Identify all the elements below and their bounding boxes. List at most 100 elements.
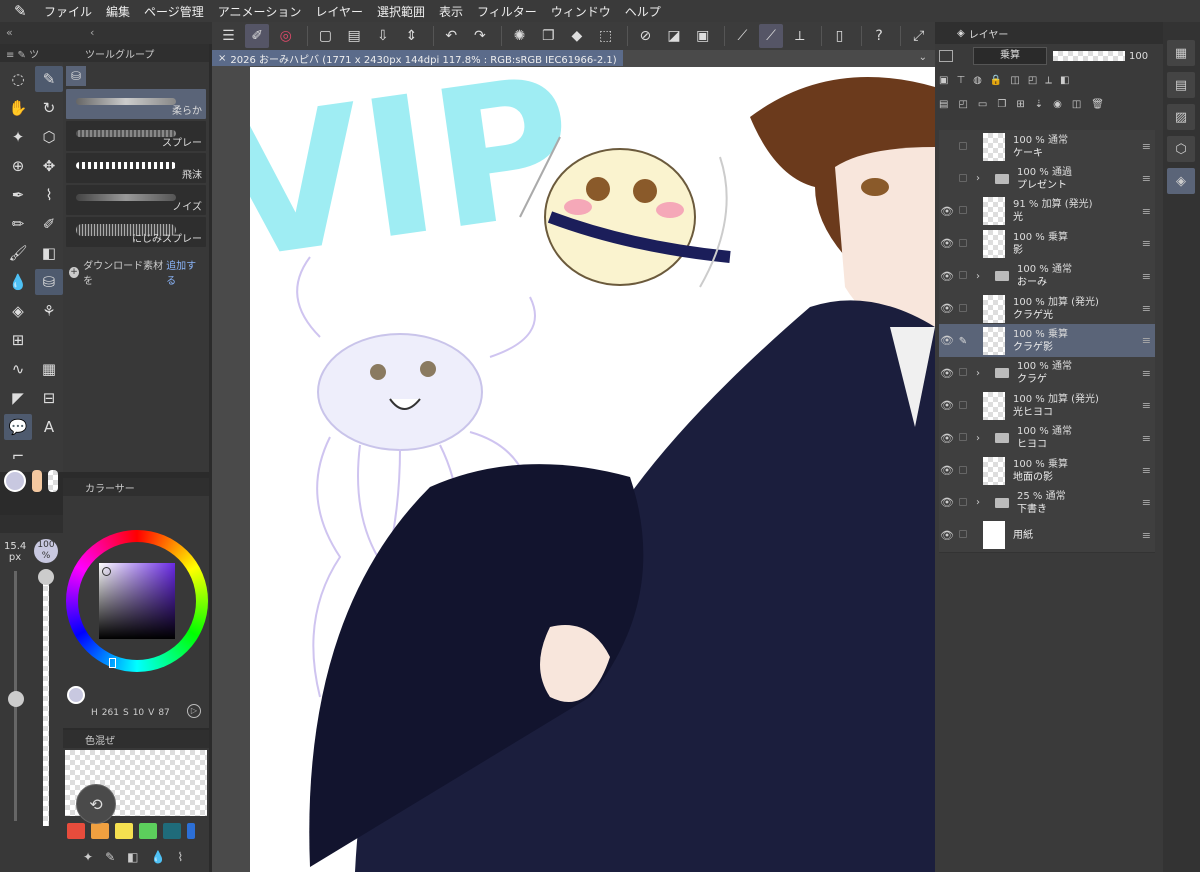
- panel-icon[interactable]: ⊟: [35, 385, 63, 411]
- layer-check[interactable]: [955, 530, 971, 540]
- visibility-eye-icon[interactable]: 👁: [939, 496, 955, 509]
- layer-menu-icon[interactable]: ≡: [1142, 464, 1151, 477]
- menu-window[interactable]: ウィンドウ: [551, 3, 611, 20]
- canvas-paper[interactable]: VIP: [250, 67, 935, 872]
- correction-icon[interactable]: ⌐: [4, 443, 32, 469]
- layer-opacity-slider[interactable]: [1053, 51, 1125, 61]
- visibility-eye-icon[interactable]: 👁: [939, 367, 955, 380]
- decoration-icon[interactable]: ⚘: [35, 298, 63, 324]
- lock-transparent-icon[interactable]: ⊤: [956, 75, 965, 86]
- transfer-icon[interactable]: ⇣: [1035, 99, 1043, 110]
- menu-selection[interactable]: 選択範囲: [377, 3, 425, 20]
- visibility-eye-icon[interactable]: 👁: [939, 432, 955, 445]
- eraser-mix-icon[interactable]: ◧: [127, 850, 138, 864]
- layer-menu-icon[interactable]: ≡: [1142, 529, 1151, 542]
- eyedropper-mix-icon[interactable]: ⌇: [177, 850, 183, 864]
- brush-blur-spray[interactable]: にじみスプレー: [66, 217, 206, 247]
- blend-mix-icon[interactable]: 💧: [150, 850, 165, 864]
- snap-icon[interactable]: ⟂: [787, 24, 812, 48]
- layer-menu-icon[interactable]: ≡: [1142, 172, 1151, 185]
- visibility-eye-icon[interactable]: 👁: [939, 334, 955, 347]
- menu-view[interactable]: 表示: [439, 3, 463, 20]
- mix-tool-icon[interactable]: ✦: [83, 850, 93, 864]
- menu-edit[interactable]: 編集: [106, 3, 130, 20]
- brush-splash[interactable]: 飛沫: [66, 153, 206, 183]
- navigator-icon[interactable]: ▦: [1167, 40, 1195, 66]
- loading-icon[interactable]: ✺: [507, 24, 532, 48]
- open-file-icon[interactable]: ▤: [342, 24, 367, 48]
- layer-menu-icon[interactable]: ≡: [1142, 432, 1151, 445]
- layer-check[interactable]: [955, 173, 971, 184]
- menu-file[interactable]: ファイル: [44, 3, 92, 20]
- eyedropper-icon[interactable]: ⌇: [35, 182, 63, 208]
- hue-cursor[interactable]: [109, 658, 116, 668]
- mix-swatch[interactable]: [187, 823, 195, 839]
- mix-swatch[interactable]: [139, 823, 157, 839]
- layer-stack-icon[interactable]: ◈: [1167, 168, 1195, 194]
- play-icon[interactable]: ▷: [187, 704, 201, 718]
- stepper-icon[interactable]: ⇕: [399, 24, 424, 48]
- copy-icon[interactable]: ❐: [536, 24, 561, 48]
- layer-row[interactable]: 👁 用紙 ≡: [939, 518, 1155, 553]
- trash-icon[interactable]: 🗑: [1091, 99, 1104, 110]
- layer-menu-icon[interactable]: ≡: [1142, 205, 1151, 218]
- lasso-icon[interactable]: ◌: [4, 66, 32, 92]
- mix-swatch[interactable]: [91, 823, 109, 839]
- paintbrush-icon[interactable]: 🖌: [4, 240, 32, 266]
- ref-layer-icon[interactable]: ▣: [939, 75, 948, 86]
- fill-icon[interactable]: ◆: [565, 24, 590, 48]
- eraser-icon[interactable]: ◧: [35, 240, 63, 266]
- gradient-icon[interactable]: ▦: [35, 356, 63, 382]
- object-select-icon[interactable]: ⊕: [4, 153, 32, 179]
- fullscreen-icon[interactable]: ⤢: [906, 24, 931, 48]
- pencil-icon[interactable]: ✏: [4, 211, 32, 237]
- brush-noise[interactable]: ノイズ: [66, 185, 206, 215]
- airbrush-icon[interactable]: ⛁: [35, 269, 63, 295]
- chevron-right-icon[interactable]: ›: [971, 173, 985, 184]
- menu-animation[interactable]: アニメーション: [218, 3, 302, 20]
- brush-soft[interactable]: 柔らか: [66, 89, 206, 119]
- visibility-eye-icon[interactable]: 👁: [939, 237, 955, 250]
- layer-row[interactable]: 👁 ✎ 100 % 乗算 クラゲ影 ≡: [939, 324, 1155, 359]
- mask-create-icon[interactable]: ◉: [1053, 99, 1062, 110]
- color-layer-icon[interactable]: ◧: [1060, 75, 1069, 86]
- undo-icon[interactable]: ↶: [439, 24, 464, 48]
- quick-access-icon[interactable]: ◎: [273, 24, 298, 48]
- merge-icon[interactable]: ⊞: [1016, 99, 1024, 110]
- layer-check[interactable]: [955, 238, 971, 249]
- visibility-eye-icon[interactable]: 👁: [939, 399, 955, 412]
- chevron-right-icon[interactable]: ›: [971, 497, 985, 508]
- layer-thumb-toggle[interactable]: [939, 50, 953, 62]
- blend-drop-icon[interactable]: 💧: [4, 269, 32, 295]
- layer-menu-icon[interactable]: ≡: [1142, 496, 1151, 509]
- brush-tool-icon[interactable]: ✎: [35, 66, 63, 92]
- saturation-value-square[interactable]: [99, 563, 175, 639]
- new-raster-icon[interactable]: ▤: [939, 99, 948, 110]
- main-color-swatch[interactable]: [4, 470, 26, 492]
- opacity-slider-thumb[interactable]: [38, 569, 54, 585]
- hand-icon[interactable]: ✋: [4, 95, 32, 121]
- opacity-slider-track[interactable]: [43, 571, 49, 826]
- collapse-left-icon[interactable]: «: [6, 26, 13, 39]
- layer-check[interactable]: [955, 400, 971, 411]
- chevron-right-icon[interactable]: ›: [971, 433, 985, 444]
- brush-spray[interactable]: スプレー: [66, 121, 206, 151]
- selection-icon[interactable]: ▣: [690, 24, 715, 48]
- menu-help[interactable]: ヘルプ: [625, 3, 661, 20]
- pin-icon[interactable]: ◍: [973, 75, 982, 86]
- figure-icon[interactable]: ◤: [4, 385, 32, 411]
- layer-row[interactable]: 👁 100 % 乗算影 ≡: [939, 227, 1155, 262]
- marker-icon[interactable]: ✐: [35, 211, 63, 237]
- device-icon[interactable]: ▯: [827, 24, 852, 48]
- pen-mode-icon[interactable]: ✐: [244, 24, 270, 48]
- lock-icon[interactable]: 🔒: [990, 75, 1002, 86]
- transparent-swatch[interactable]: [48, 470, 58, 492]
- layer-menu-icon[interactable]: ≡: [1142, 270, 1151, 283]
- pen-icon[interactable]: ✒: [4, 182, 32, 208]
- layer-props-icon[interactable]: ⬡: [1167, 136, 1195, 162]
- menu-icon[interactable]: ☰: [216, 24, 241, 48]
- layer-check[interactable]: [955, 206, 971, 216]
- layer-menu-icon[interactable]: ≡: [1142, 237, 1151, 250]
- layer-row[interactable]: 👁 › 25 % 通常 下書き ≡: [939, 486, 1155, 521]
- layer-check[interactable]: [955, 271, 971, 281]
